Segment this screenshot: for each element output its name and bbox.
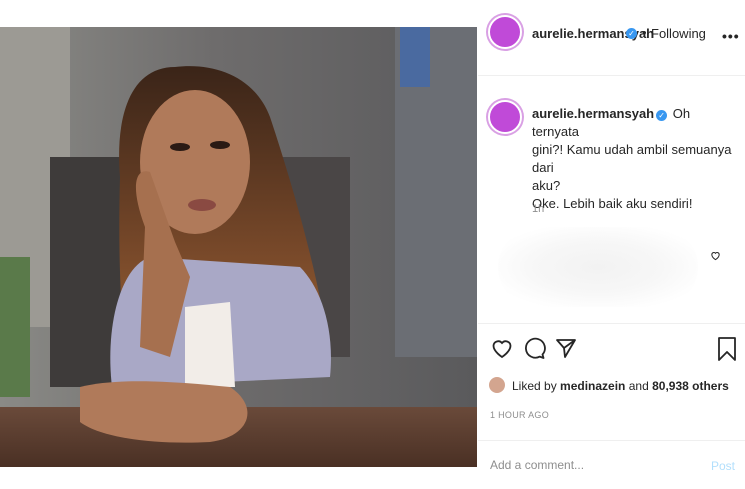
caption-line-2: gini?! Kamu udah ambil semuanya dari <box>532 142 732 175</box>
caption-avatar[interactable] <box>488 100 522 134</box>
caption-verified-badge-icon: ✓ <box>656 110 668 121</box>
heart-icon[interactable] <box>490 336 514 365</box>
more-options-icon[interactable]: ••• <box>722 28 740 44</box>
post-comment-button[interactable]: Post <box>711 459 735 473</box>
bookmark-icon[interactable] <box>716 336 738 367</box>
likes-others-link[interactable]: 80,938 others <box>652 379 729 393</box>
post-timestamp[interactable]: 1 HOUR AGO <box>490 410 549 420</box>
post-sidebar: aurelie.hermansyah ✓ • Following ••• aur… <box>478 0 745 489</box>
caption-time[interactable]: 1h <box>532 203 544 215</box>
caption-line-4: Oke. Lebih baik aku sendiri! <box>532 196 693 211</box>
following-button[interactable]: Following <box>651 26 706 41</box>
comment-icon[interactable] <box>522 336 546 365</box>
comment-input[interactable] <box>490 458 690 472</box>
liker-username-link[interactable]: medinazein <box>560 379 625 393</box>
likes-row: Liked by medinazein and 80,938 others <box>488 374 745 398</box>
caption-username-link[interactable]: aurelie.hermansyah <box>532 106 654 121</box>
blurred-comment <box>498 227 698 307</box>
post-photo-image <box>0 27 477 467</box>
add-comment-section: Post <box>478 440 745 489</box>
caption-line-3: aku? <box>532 178 561 193</box>
verified-badge-icon: ✓ <box>626 28 637 39</box>
liked-by-prefix: Liked by <box>512 379 561 393</box>
caption-text: aurelie.hermansyah ✓ Oh ternyata gini?! K… <box>532 105 737 213</box>
post-photo[interactable] <box>0 27 477 467</box>
separator-dot: • <box>642 25 647 40</box>
caption-section: aurelie.hermansyah ✓ Oh ternyata gini?! K… <box>478 77 745 324</box>
action-bar <box>478 336 745 366</box>
comment-like-heart-icon[interactable] <box>710 249 721 264</box>
paper-plane-icon[interactable] <box>554 336 578 365</box>
likes-connector: and <box>625 379 653 393</box>
post-header: aurelie.hermansyah ✓ • Following ••• <box>478 0 745 76</box>
likes-summary: Liked by medinazein and 80,938 others <box>512 379 729 393</box>
liker-avatar[interactable] <box>488 376 506 394</box>
avatar[interactable] <box>488 15 522 49</box>
